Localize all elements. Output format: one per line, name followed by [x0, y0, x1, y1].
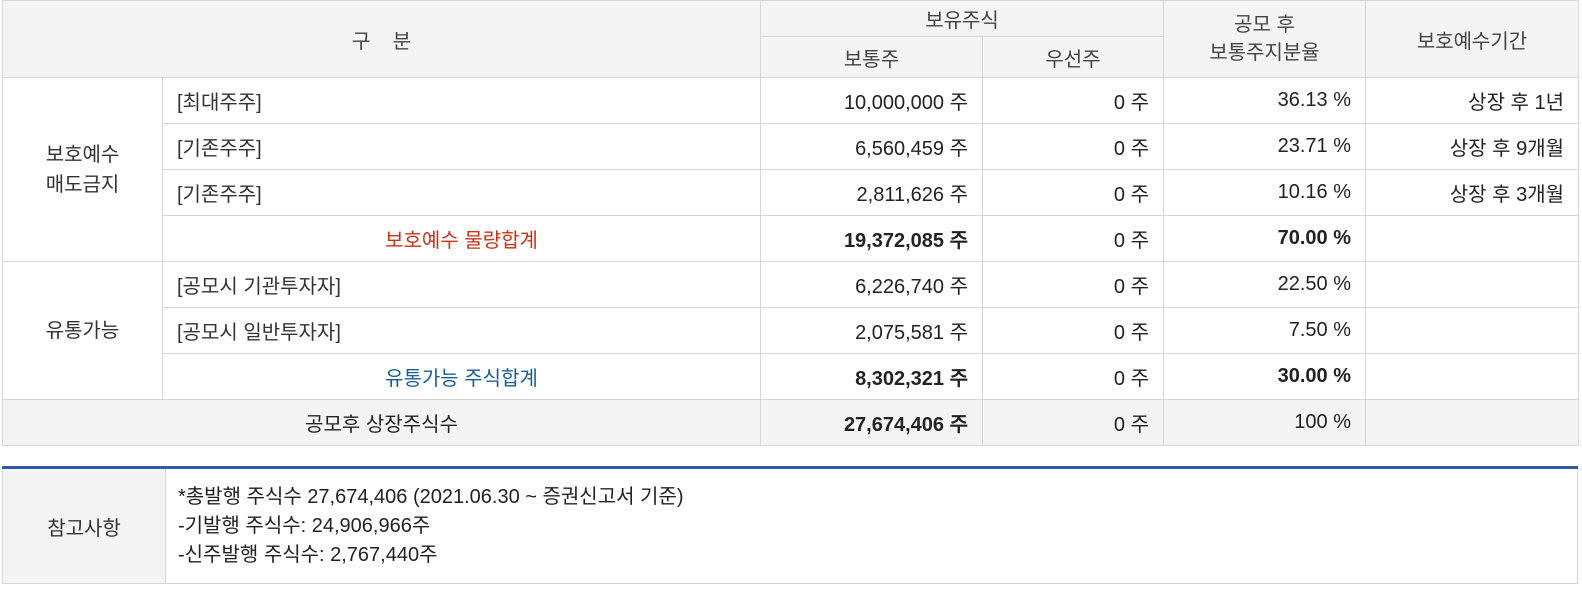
preferred-shares-value: 0 주	[981, 261, 1165, 308]
preferred-shares-value: 0 주	[981, 353, 1165, 400]
grand-total-period	[1365, 399, 1580, 446]
table-row: [기존주주] 6,560,459 주 0 주 23.71 % 상장 후 9개월	[3, 123, 1580, 170]
ratio-value: 36.13 %	[1163, 77, 1367, 124]
common-shares-value: 19,372,085 주	[760, 215, 983, 262]
lockup-period-value: 상장 후 1년	[1365, 77, 1580, 124]
row-label: [최대주주]	[162, 77, 761, 124]
tradable-subtotal-row: 유통가능 주식합계 8,302,321 주 0 주 30.00 %	[3, 353, 1580, 400]
notes-line: *총발행 주식수 27,674,406 (2021.06.30 ~ 증권신고서 …	[178, 485, 684, 508]
ratio-value: 10.16 %	[1163, 169, 1367, 216]
common-shares-value: 8,302,321 주	[760, 353, 983, 400]
table-row: 보호예수 매도금지 [최대주주] 10,000,000 주 0 주 36.13 …	[2, 77, 1580, 262]
preferred-shares-value: 0 주	[981, 307, 1165, 354]
table-row: [기존주주] 2,811,626 주 0 주 10.16 % 상장 후 3개월	[3, 169, 1580, 216]
lockup-table: 구 분 보유주식 공모 후 보통주지분율 보호예수기간 보통주 우선주 보호예수…	[2, 0, 1580, 446]
grand-total-row: 공모후 상장주식수 27,674,406 주 0 주 100 %	[2, 399, 1580, 446]
grand-total-label: 공모후 상장주식수	[2, 399, 761, 446]
header-lockup-period: 보호예수기간	[1365, 0, 1580, 78]
lockup-period-value: 상장 후 9개월	[1365, 123, 1580, 170]
row-label: [공모시 일반투자자]	[162, 307, 761, 354]
header-category: 구 분	[2, 0, 761, 78]
preferred-shares-value: 0 주	[981, 215, 1165, 262]
ratio-value: 23.71 %	[1163, 123, 1367, 170]
notes-table: 참고사항 *총발행 주식수 27,674,406 (2021.06.30 ~ 증…	[2, 466, 1578, 584]
lockup-period-value	[1365, 215, 1580, 262]
notes-line: -신주발행 주식수: 2,767,440주	[178, 543, 438, 566]
header-post-ipo-ratio: 공모 후 보통주지분율	[1163, 0, 1367, 78]
common-shares-value: 6,226,740 주	[760, 261, 983, 308]
grand-total-common: 27,674,406 주	[760, 399, 983, 446]
common-shares-value: 6,560,459 주	[760, 123, 983, 170]
row-label: [기존주주]	[162, 169, 761, 216]
table-row: 유통가능 [공모시 기관투자자] 6,226,740 주 0 주 22.50 %	[2, 261, 1580, 400]
lockup-subtotal-label: 보호예수 물량합계	[162, 215, 761, 262]
notes-content: *총발행 주식수 27,674,406 (2021.06.30 ~ 증권신고서 …	[165, 467, 1578, 584]
preferred-shares-value: 0 주	[981, 123, 1165, 170]
lockup-period-value: 상장 후 3개월	[1365, 169, 1580, 216]
ratio-value: 30.00 %	[1163, 353, 1367, 400]
header-ratio-line2: 보통주지분율	[1209, 42, 1320, 64]
group-lockup: 보호예수 매도금지	[2, 77, 163, 262]
notes-label: 참고사항	[2, 467, 166, 584]
common-shares-value: 10,000,000 주	[760, 77, 983, 124]
grand-total-ratio: 100 %	[1163, 399, 1367, 446]
header-common-shares: 보통주	[760, 36, 983, 78]
lockup-period-value	[1365, 353, 1580, 400]
preferred-shares-value: 0 주	[981, 77, 1165, 124]
ratio-value: 22.50 %	[1163, 261, 1367, 308]
row-label: [공모시 기관투자자]	[162, 261, 761, 308]
common-shares-value: 2,075,581 주	[760, 307, 983, 354]
row-label: [기존주주]	[162, 123, 761, 170]
table-row: [공모시 일반투자자] 2,075,581 주 0 주 7.50 %	[3, 307, 1580, 354]
group-lockup-line2: 매도금지	[45, 173, 120, 196]
lockup-subtotal-row: 보호예수 물량합계 19,372,085 주 0 주 70.00 %	[3, 215, 1580, 262]
header-preferred-shares: 우선주	[981, 36, 1165, 78]
ratio-value: 7.50 %	[1163, 307, 1367, 354]
lockup-period-value	[1365, 307, 1580, 354]
header-holdings: 보유주식	[759, 0, 1165, 37]
header-ratio-line1: 공모 후	[1234, 14, 1295, 36]
group-lockup-line1: 보호예수	[45, 143, 120, 166]
grand-total-preferred: 0 주	[981, 399, 1165, 446]
ratio-value: 70.00 %	[1163, 215, 1367, 262]
common-shares-value: 2,811,626 주	[760, 169, 983, 216]
preferred-shares-value: 0 주	[981, 169, 1165, 216]
group-tradable: 유통가능	[2, 261, 163, 400]
lockup-period-value	[1365, 261, 1580, 308]
tradable-subtotal-label: 유통가능 주식합계	[162, 353, 761, 400]
notes-line: -기발행 주식수: 24,906,966주	[178, 514, 431, 537]
